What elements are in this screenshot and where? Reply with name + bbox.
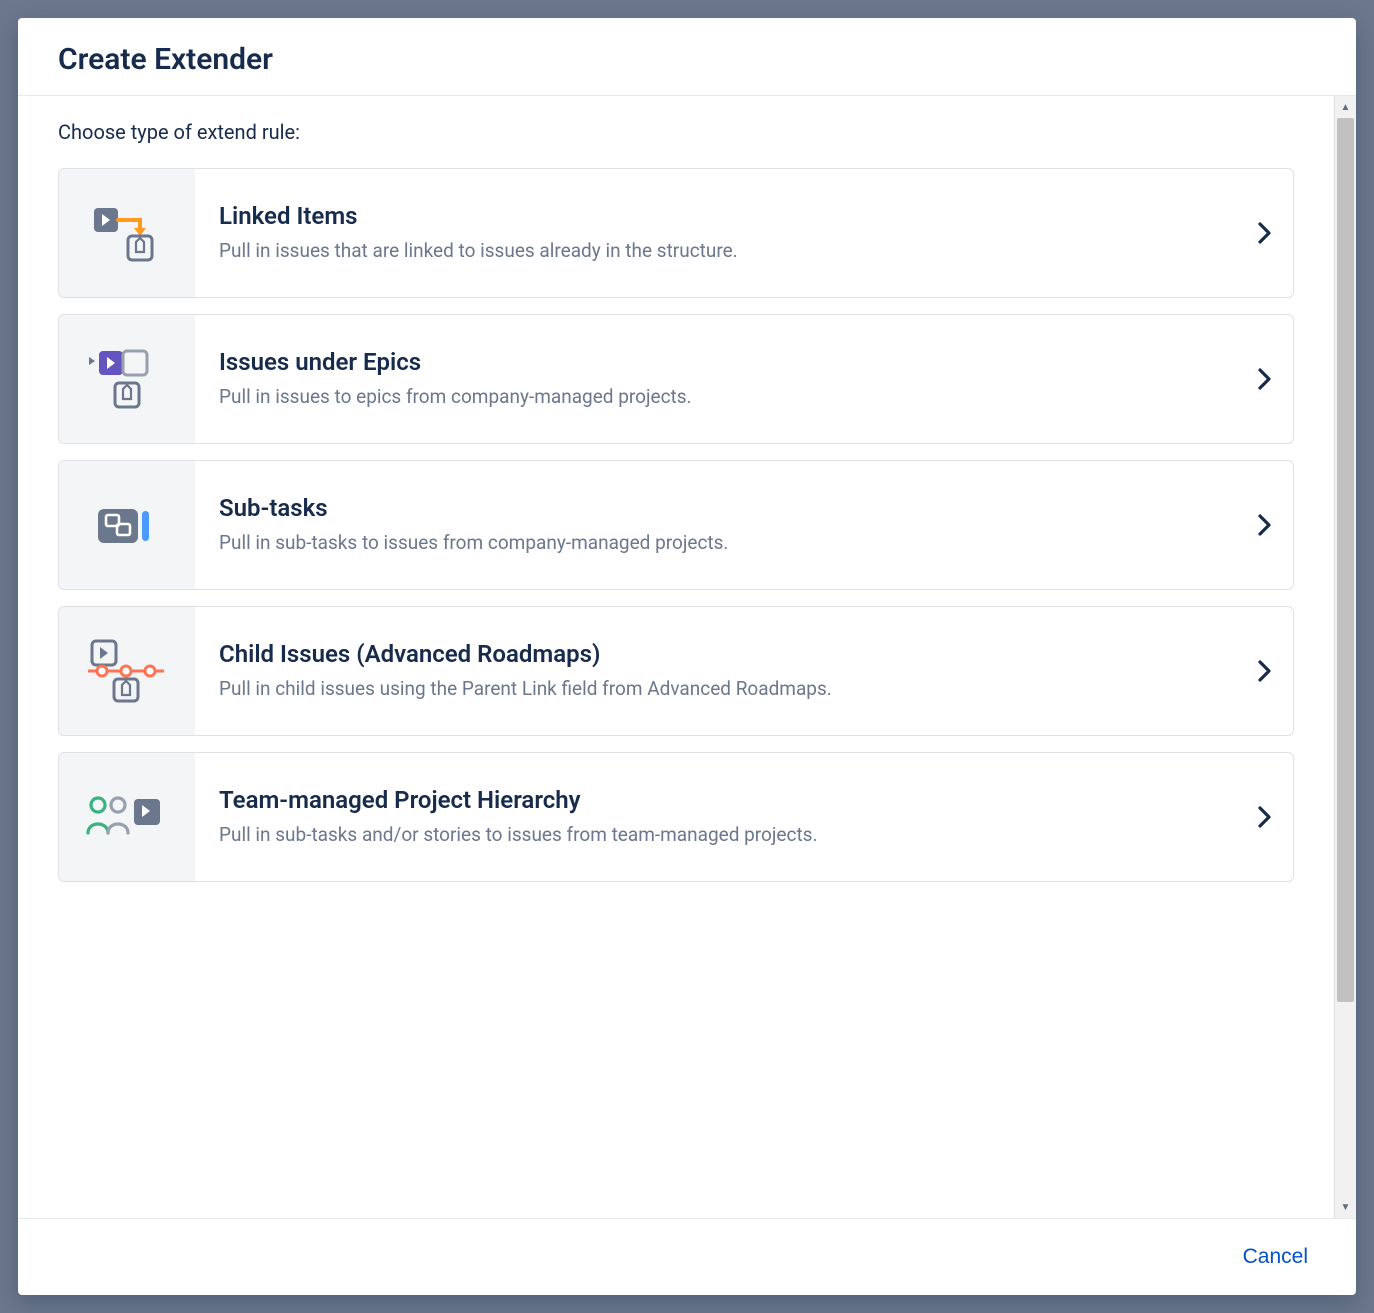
create-extender-modal: Create Extender Choose type of extend ru…: [18, 18, 1356, 1295]
rule-sub-tasks[interactable]: Sub-tasks Pull in sub-tasks to issues fr…: [58, 460, 1294, 590]
rule-linked-items[interactable]: Linked Items Pull in issues that are lin…: [58, 168, 1294, 298]
rule-description: Pull in child issues using the Parent Li…: [219, 676, 1213, 702]
rule-title: Child Issues (Advanced Roadmaps): [219, 640, 1213, 668]
chevron-right-icon: [1237, 753, 1293, 881]
team-managed-hierarchy-icon: [59, 753, 195, 881]
rule-list: Linked Items Pull in issues that are lin…: [58, 168, 1294, 882]
rule-child-issues[interactable]: Child Issues (Advanced Roadmaps) Pull in…: [58, 606, 1294, 736]
sub-tasks-icon: [59, 461, 195, 589]
scroll-down-arrow-icon[interactable]: ▼: [1335, 1196, 1356, 1218]
modal-title: Create Extender: [58, 42, 1316, 77]
rule-text: Sub-tasks Pull in sub-tasks to issues fr…: [195, 461, 1237, 589]
modal-header: Create Extender: [18, 18, 1356, 96]
linked-items-icon: [59, 169, 195, 297]
rule-description: Pull in issues to epics from company-man…: [219, 384, 1213, 410]
cancel-button[interactable]: Cancel: [1235, 1241, 1316, 1273]
rule-title: Sub-tasks: [219, 494, 1213, 522]
chevron-right-icon: [1237, 315, 1293, 443]
rule-title: Linked Items: [219, 202, 1213, 230]
choose-rule-label: Choose type of extend rule:: [58, 120, 1294, 144]
scrollbar[interactable]: ▲ ▼: [1334, 96, 1356, 1218]
issues-under-epics-icon: [59, 315, 195, 443]
child-issues-icon: [59, 607, 195, 735]
scroll-up-arrow-icon[interactable]: ▲: [1335, 96, 1356, 118]
rule-issues-under-epics[interactable]: Issues under Epics Pull in issues to epi…: [58, 314, 1294, 444]
rule-team-managed-hierarchy[interactable]: Team-managed Project Hierarchy Pull in s…: [58, 752, 1294, 882]
rule-description: Pull in sub-tasks and/or stories to issu…: [219, 822, 1213, 848]
rule-description: Pull in issues that are linked to issues…: [219, 238, 1213, 264]
scroll-thumb[interactable]: [1337, 118, 1354, 1002]
rule-text: Issues under Epics Pull in issues to epi…: [195, 315, 1237, 443]
rule-text: Team-managed Project Hierarchy Pull in s…: [195, 753, 1237, 881]
rule-description: Pull in sub-tasks to issues from company…: [219, 530, 1213, 556]
chevron-right-icon: [1237, 607, 1293, 735]
modal-body-wrapper: Choose type of extend rule:: [18, 96, 1356, 1218]
modal-footer: Cancel: [18, 1218, 1356, 1295]
modal-body: Choose type of extend rule:: [18, 96, 1334, 1218]
rule-text: Linked Items Pull in issues that are lin…: [195, 169, 1237, 297]
rule-title: Issues under Epics: [219, 348, 1213, 376]
scroll-track[interactable]: [1335, 118, 1356, 1196]
chevron-right-icon: [1237, 461, 1293, 589]
chevron-right-icon: [1237, 169, 1293, 297]
rule-title: Team-managed Project Hierarchy: [219, 786, 1213, 814]
rule-text: Child Issues (Advanced Roadmaps) Pull in…: [195, 607, 1237, 735]
